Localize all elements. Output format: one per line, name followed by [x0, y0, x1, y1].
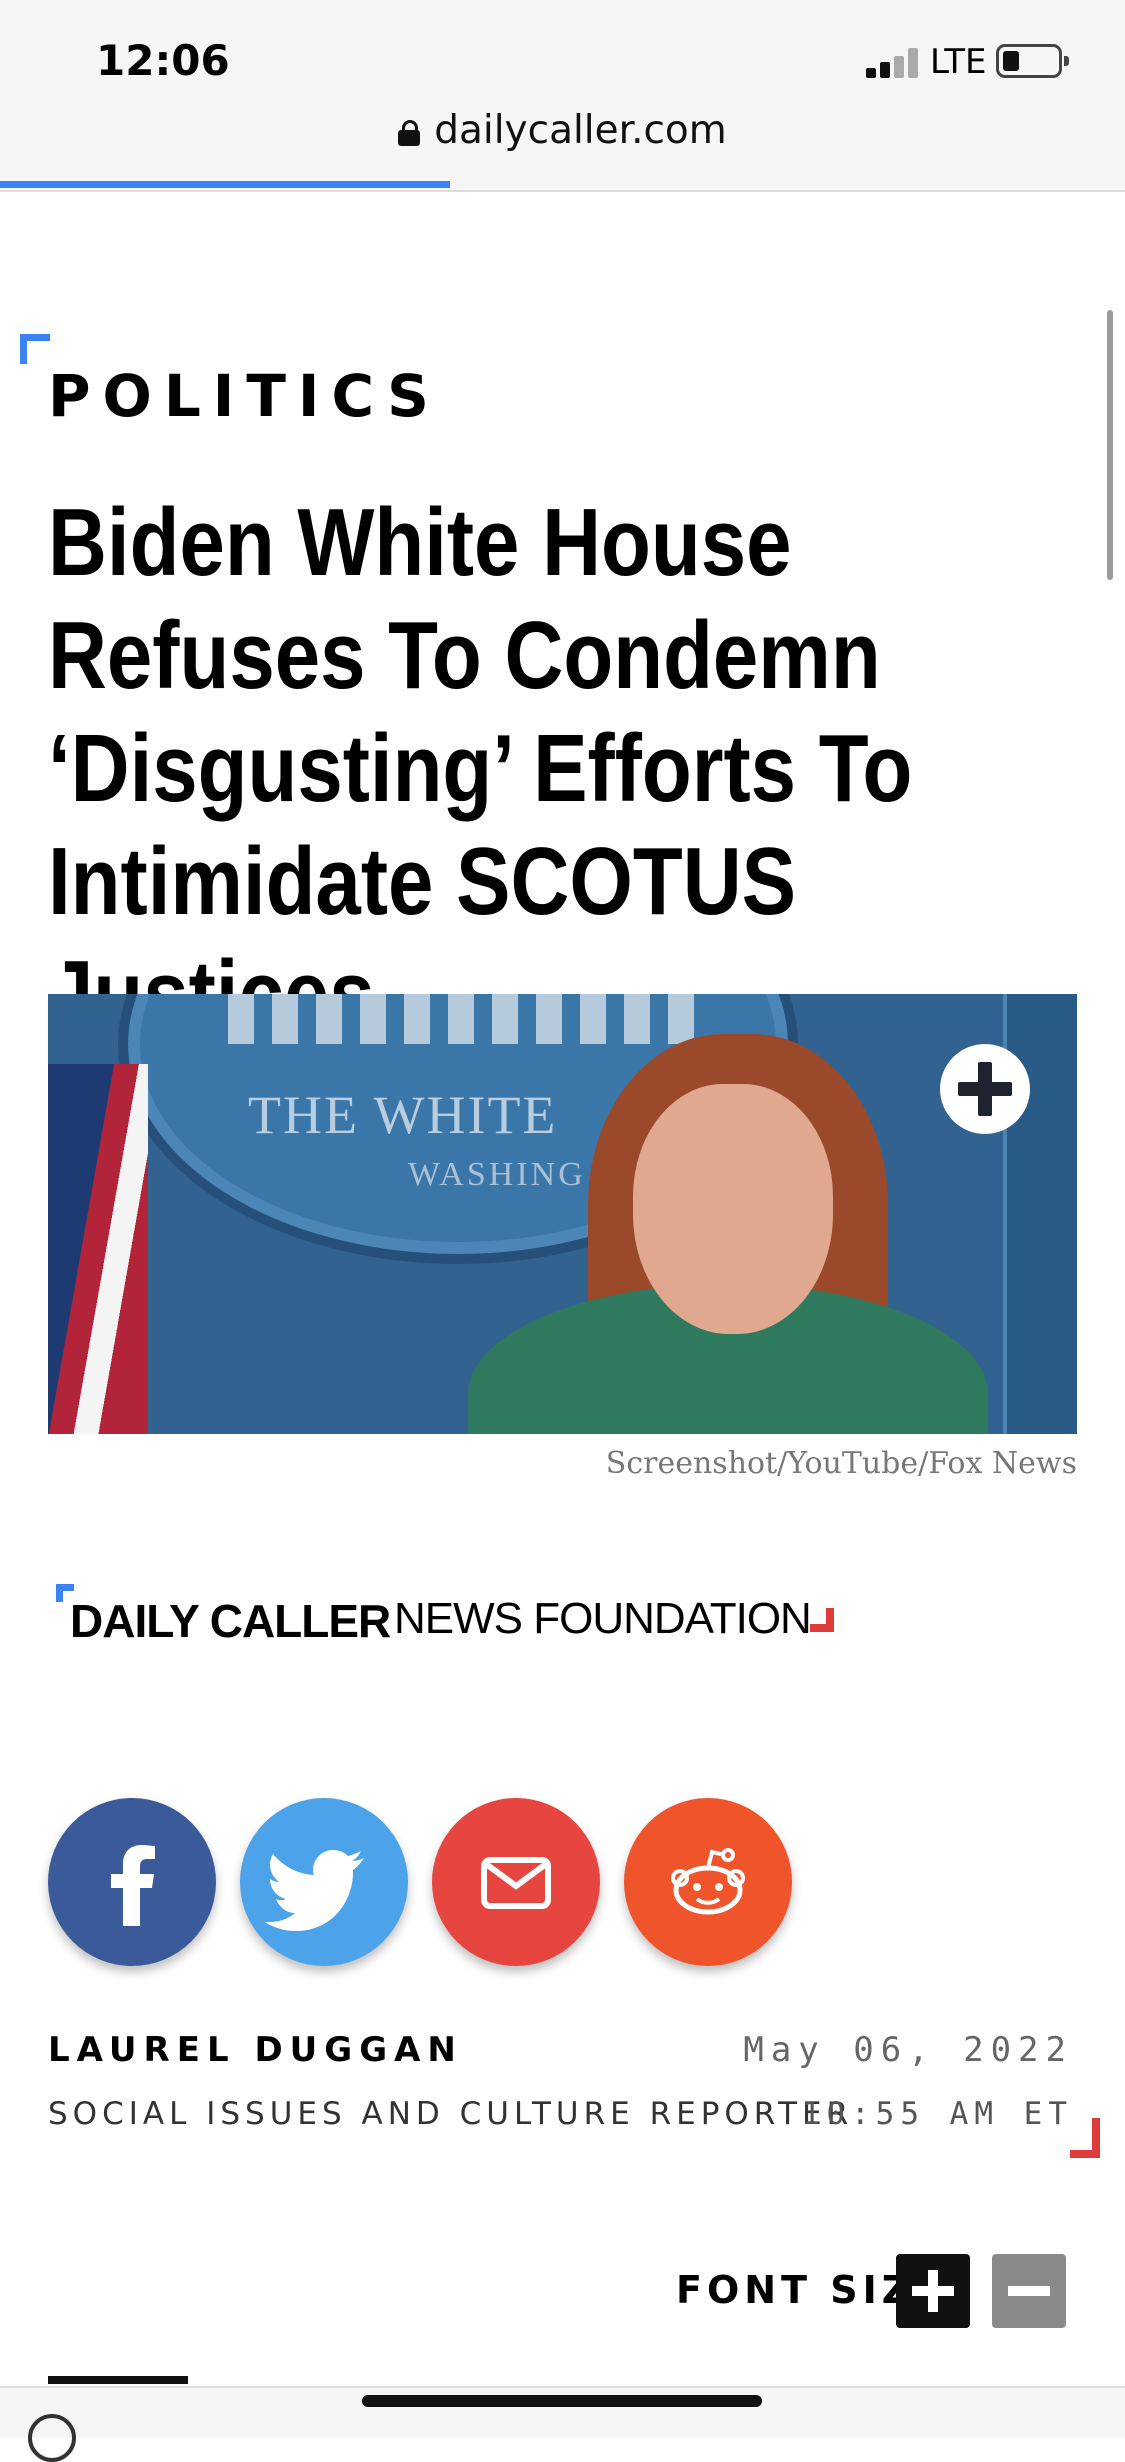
- accent-corner-top-left: [20, 334, 50, 364]
- url-text: dailycaller.com: [434, 108, 727, 153]
- publisher-name-regular: NEWS FOUNDATION: [394, 1594, 812, 1643]
- increase-font-button[interactable]: [896, 2254, 970, 2328]
- category-label[interactable]: POLITICS: [48, 362, 441, 430]
- flag-graphic: [48, 1064, 148, 1434]
- email-share-button[interactable]: [432, 1798, 600, 1966]
- decrease-font-button[interactable]: [992, 2254, 1066, 2328]
- reddit-icon: [671, 1848, 745, 1915]
- twitter-share-button[interactable]: [240, 1798, 408, 1966]
- page-load-progress: [0, 181, 450, 188]
- facebook-share-button[interactable]: [48, 1798, 216, 1966]
- next-content-edge: [48, 2376, 188, 2384]
- mail-icon: [481, 1857, 551, 1909]
- home-indicator[interactable]: [362, 2395, 762, 2407]
- article-headline: Biden White House Refuses To Condemn ‘Di…: [48, 489, 913, 1048]
- image-credit: Screenshot/YouTube/Fox News: [605, 1446, 1077, 1481]
- publish-time: 10:55 AM ET: [801, 2096, 1073, 2132]
- author-name[interactable]: LAUREL DUGGAN: [48, 2030, 463, 2070]
- address-bar[interactable]: dailycaller.com: [0, 108, 1125, 153]
- toolbar-circle-icon[interactable]: [28, 2414, 76, 2462]
- battery-icon: [996, 44, 1069, 78]
- seal-text: THE WHITE: [248, 1085, 558, 1145]
- network-type: LTE: [930, 42, 987, 82]
- browser-bottom-bar: [0, 2386, 1125, 2438]
- accent-corner-bottom-right: [1070, 2118, 1100, 2158]
- scrollbar[interactable]: [1107, 310, 1113, 580]
- author-role: SOCIAL ISSUES AND CULTURE REPORTER: [48, 2096, 854, 2132]
- publish-date: May 06, 2022: [743, 2030, 1073, 2070]
- publisher-name-bold: DAILY CALLER: [70, 1595, 391, 1647]
- facebook-icon: [111, 1845, 155, 1926]
- twitter-icon: [265, 1850, 364, 1931]
- status-time: 12:06: [96, 36, 230, 85]
- seal-subtext: WASHING: [408, 1156, 586, 1193]
- lock-icon: [398, 120, 421, 146]
- reddit-share-button[interactable]: [624, 1798, 792, 1966]
- expand-image-plus-icon[interactable]: [940, 1044, 1030, 1134]
- hero-image[interactable]: THE WHITE WASHING: [48, 994, 1077, 1434]
- browser-top-bar: 12:06 LTE dailycaller.com: [0, 0, 1125, 192]
- cellular-signal-icon: [866, 48, 920, 78]
